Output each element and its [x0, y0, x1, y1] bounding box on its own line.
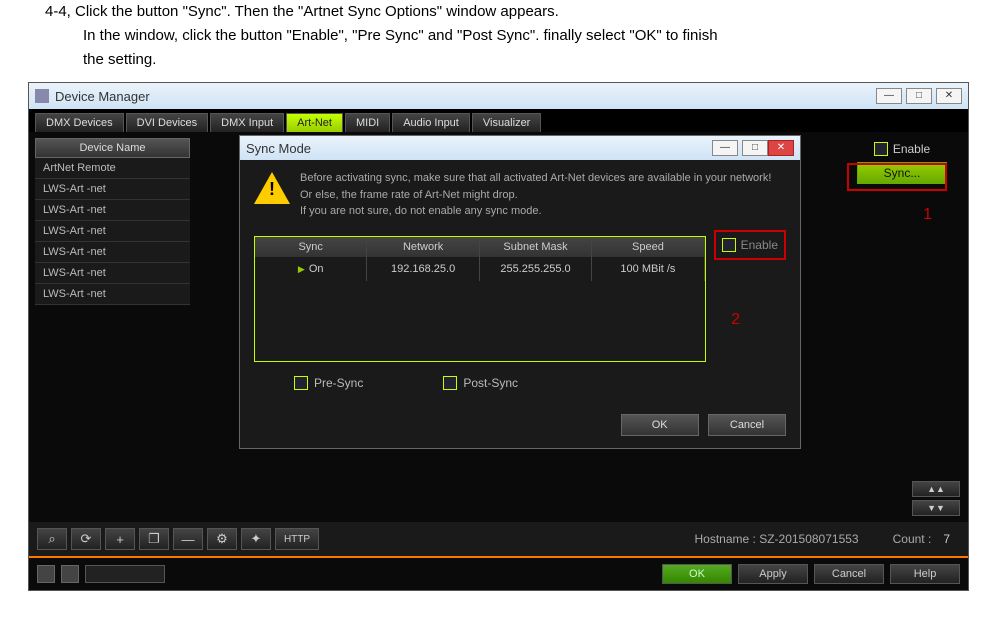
hostname-label: Hostname : [694, 532, 755, 546]
table-header: Sync Network Subnet Mask Speed [255, 237, 705, 257]
device-list: Device Name ArtNet Remote LWS-Art -net L… [35, 138, 190, 516]
maximize-button[interactable]: □ [906, 88, 932, 104]
list-item[interactable]: ArtNet Remote [35, 158, 190, 179]
sync-button[interactable]: Sync... [857, 162, 947, 184]
instruction-line: In the window, click the button "Enable"… [83, 24, 987, 48]
device-list-header: Device Name [35, 138, 190, 158]
remove-icon[interactable]: — [173, 528, 203, 550]
enable-label: Enable [893, 142, 930, 156]
tab-art-net[interactable]: Art-Net [286, 113, 343, 132]
dialog-minimize-button[interactable]: — [712, 140, 738, 156]
count-value: 7 [943, 532, 950, 546]
footer-icon[interactable] [37, 565, 55, 583]
instruction-line: the setting. [83, 48, 987, 72]
footer-ok-button[interactable]: OK [662, 564, 732, 584]
tab-dvi-devices[interactable]: DVI Devices [126, 113, 209, 132]
warn-line: If you are not sure, do not enable any s… [300, 203, 771, 220]
tab-dmx-input[interactable]: DMX Input [210, 113, 284, 132]
content-area: Device Name ArtNet Remote LWS-Art -net L… [29, 132, 968, 522]
annotation-number: 1 [923, 206, 932, 224]
dialog-close-button[interactable]: ✕ [768, 140, 794, 156]
hostname-value: SZ-201508071553 [759, 532, 858, 546]
footer-icon[interactable] [61, 565, 79, 583]
table-row[interactable]: ▶On 192.168.25.0 255.255.255.0 100 MBit … [255, 257, 705, 281]
dialog-title: Sync Mode [246, 141, 311, 156]
ok-button[interactable]: OK [621, 414, 699, 436]
col-sync: Sync [255, 237, 367, 257]
nudge-buttons: ▲▲ ▼▼ [912, 481, 960, 516]
device-manager-window: Device Manager — □ ✕ DMX Devices DVI Dev… [28, 82, 969, 591]
enable-label: Enable [741, 238, 778, 252]
warning-row: ! Before activating sync, make sure that… [254, 170, 786, 220]
list-item[interactable]: LWS-Art -net [35, 179, 190, 200]
annotation-number: 2 [731, 311, 740, 329]
tab-visualizer[interactable]: Visualizer [472, 113, 542, 132]
checkbox-icon [294, 376, 308, 390]
sync-mode-dialog: Sync Mode — □ ✕ ! Before activating sync… [239, 135, 801, 449]
col-speed: Speed [592, 237, 704, 257]
footer-help-button[interactable]: Help [890, 564, 960, 584]
window-title: Device Manager [55, 89, 150, 104]
instruction-text: 4-4, Click the button "Sync". Then the "… [0, 0, 997, 82]
tab-dmx-devices[interactable]: DMX Devices [35, 113, 124, 132]
presync-label: Pre-Sync [314, 376, 363, 390]
advanced-icon[interactable]: ✦ [241, 528, 271, 550]
refresh-icon[interactable]: ⟳ [71, 528, 101, 550]
cell-network: 192.168.25.0 [367, 257, 479, 281]
list-item[interactable]: LWS-Art -net [35, 284, 190, 305]
footer-bar: OK Apply Cancel Help [29, 556, 968, 590]
move-down-button[interactable]: ▼▼ [912, 500, 960, 516]
http-button[interactable]: HTTP [275, 528, 319, 550]
app-icon [35, 89, 49, 103]
tab-midi[interactable]: MIDI [345, 113, 390, 132]
warn-line: Before activating sync, make sure that a… [300, 170, 771, 187]
checkbox-icon [874, 142, 888, 156]
col-network: Network [367, 237, 479, 257]
list-item[interactable]: LWS-Art -net [35, 221, 190, 242]
enable-checkbox-top[interactable]: Enable [874, 142, 930, 156]
dialog-titlebar[interactable]: Sync Mode — □ ✕ [240, 136, 800, 160]
minimize-button[interactable]: — [876, 88, 902, 104]
sync-table: Sync Network Subnet Mask Speed ▶On 192.1… [254, 236, 706, 362]
post-sync-checkbox[interactable]: Post-Sync [443, 376, 518, 390]
bottom-toolbar: ⌕ ⟳ + ❐ — ⚙ ✦ HTTP Hostname : SZ-2015080… [29, 522, 968, 556]
count-label: Count : [893, 532, 932, 546]
list-item[interactable]: LWS-Art -net [35, 242, 190, 263]
postsync-label: Post-Sync [463, 376, 518, 390]
dialog-buttons: OK Cancel [240, 408, 800, 448]
cancel-button[interactable]: Cancel [708, 414, 786, 436]
footer-apply-button[interactable]: Apply [738, 564, 808, 584]
list-item[interactable]: LWS-Art -net [35, 200, 190, 221]
search-icon[interactable]: ⌕ [37, 528, 67, 550]
pre-sync-checkbox[interactable]: Pre-Sync [294, 376, 363, 390]
settings-icon[interactable]: ⚙ [207, 528, 237, 550]
instruction-line: 4-4, Click the button "Sync". Then the "… [45, 0, 987, 24]
footer-display [85, 565, 165, 583]
warning-icon: ! [254, 170, 290, 206]
warning-text: Before activating sync, make sure that a… [300, 170, 771, 220]
checkbox-icon [443, 376, 457, 390]
enable-checkbox-dialog[interactable]: Enable [714, 230, 786, 260]
add-icon[interactable]: + [105, 528, 135, 550]
sync-options-row: Pre-Sync Post-Sync [294, 376, 746, 390]
titlebar[interactable]: Device Manager — □ ✕ [29, 83, 968, 109]
right-panel: Enable Sync... 1 [842, 138, 962, 516]
cell-mask: 255.255.255.0 [480, 257, 592, 281]
tab-bar: DMX Devices DVI Devices DMX Input Art-Ne… [29, 109, 968, 132]
warn-line: Or else, the frame rate of Art-Net might… [300, 187, 771, 204]
dialog-maximize-button[interactable]: □ [742, 140, 768, 156]
hostname-display: Hostname : SZ-201508071553 [694, 532, 858, 546]
row-arrow-icon: ▶ [298, 264, 305, 274]
cell-speed: 100 MBit /s [592, 257, 704, 281]
close-button[interactable]: ✕ [936, 88, 962, 104]
col-mask: Subnet Mask [480, 237, 592, 257]
copy-icon[interactable]: ❐ [139, 528, 169, 550]
cell-sync: ▶On [255, 257, 367, 281]
move-up-button[interactable]: ▲▲ [912, 481, 960, 497]
tab-audio-input[interactable]: Audio Input [392, 113, 470, 132]
checkbox-icon [722, 238, 736, 252]
dialog-body: ! Before activating sync, make sure that… [240, 160, 800, 408]
footer-cancel-button[interactable]: Cancel [814, 564, 884, 584]
list-item[interactable]: LWS-Art -net [35, 263, 190, 284]
